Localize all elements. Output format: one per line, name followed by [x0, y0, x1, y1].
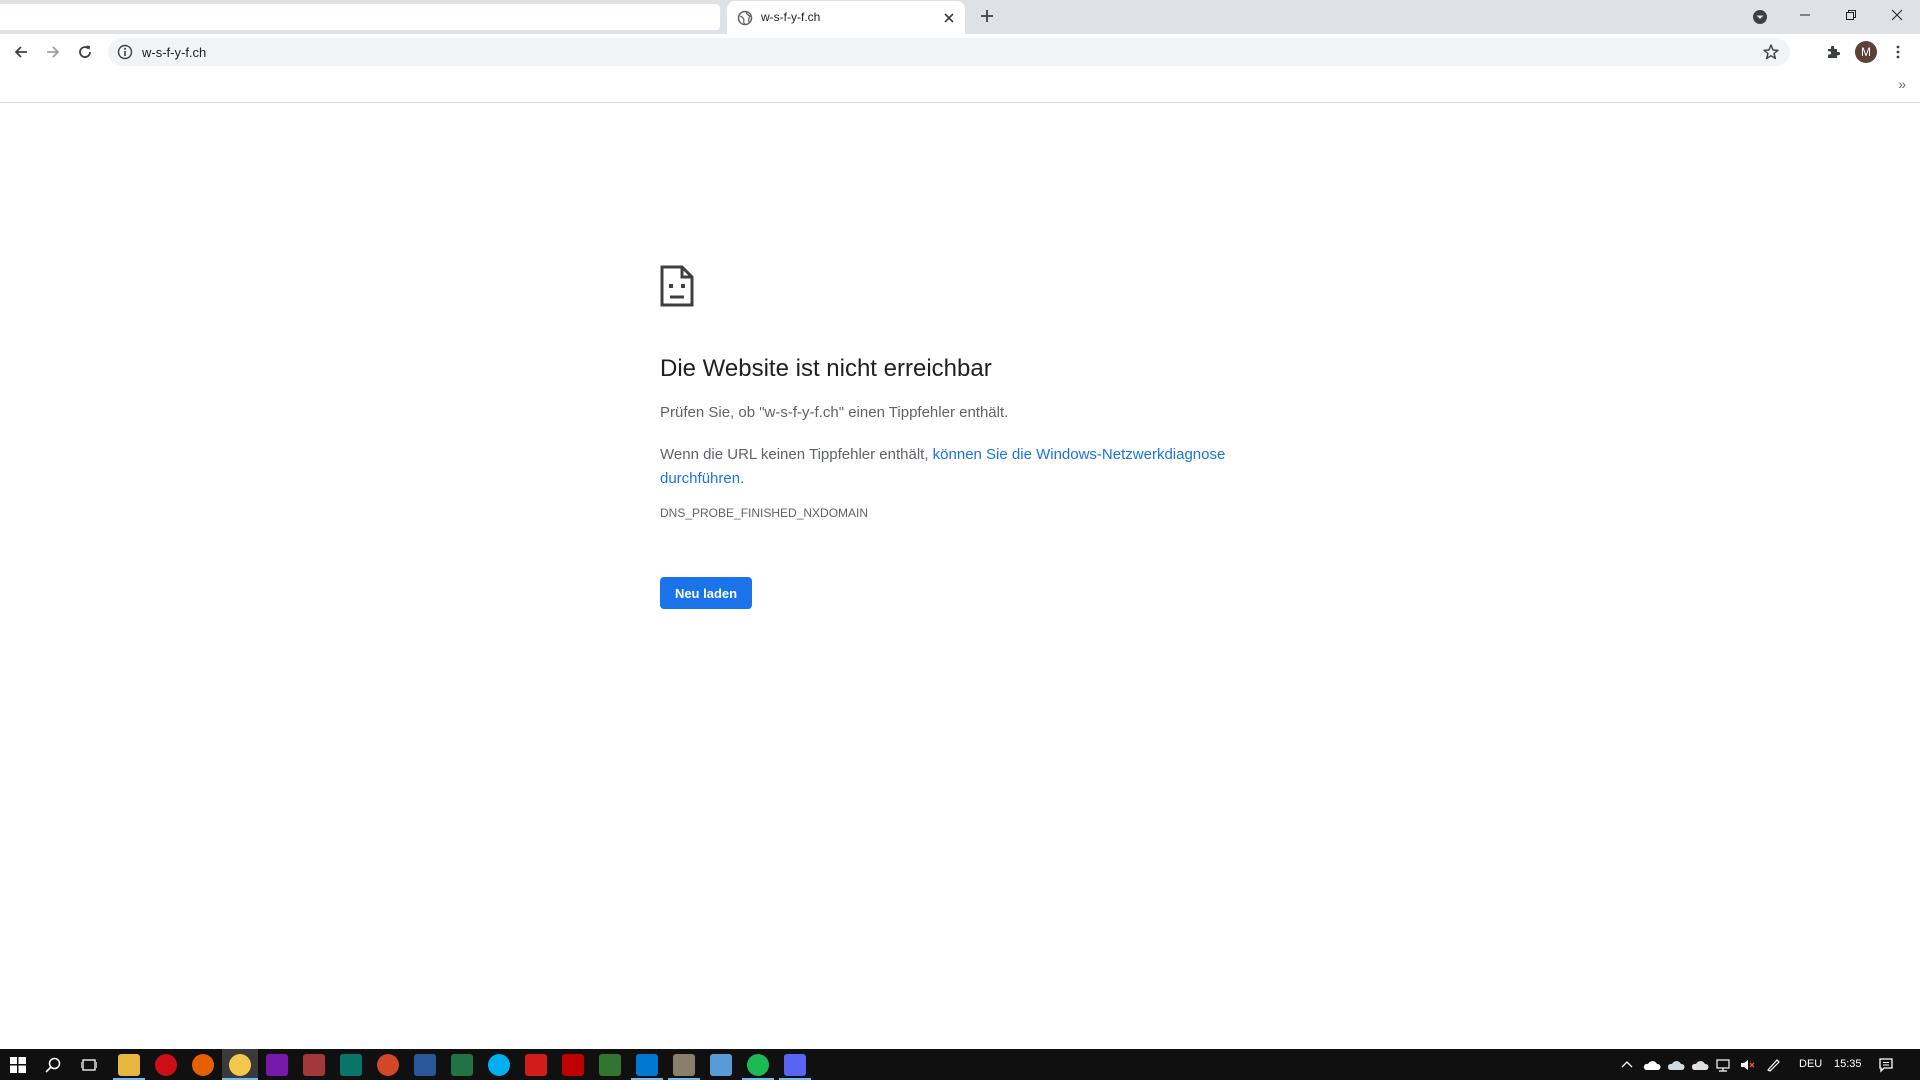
close-tab-icon[interactable]	[941, 10, 957, 26]
gimp-icon[interactable]	[673, 1054, 695, 1076]
restore-icon	[1846, 10, 1856, 20]
back-button[interactable]	[9, 40, 33, 64]
acrobat-icon[interactable]	[525, 1054, 547, 1076]
start-icon[interactable]	[10, 1057, 26, 1073]
tab-strip: w-s-f-y-f.ch	[0, 0, 1920, 34]
profile-avatar[interactable]: M	[1855, 41, 1877, 63]
onedrive-icon[interactable]	[1643, 1058, 1661, 1072]
close-icon	[1891, 9, 1903, 21]
clock-time[interactable]: 15:35	[1834, 1058, 1862, 1070]
more-vert-icon	[1896, 45, 1900, 59]
tab-title: w-s-f-y-f.ch	[761, 10, 821, 24]
discord-icon[interactable]	[784, 1054, 806, 1076]
page-content: Die Website ist nicht erreichbar Prüfen …	[0, 103, 1920, 1049]
forward-button[interactable]	[41, 40, 65, 64]
close-window-button[interactable]	[1874, 0, 1920, 30]
input-language[interactable]: DEU	[1799, 1058, 1822, 1070]
globe-icon	[737, 10, 753, 26]
reload-icon	[79, 45, 91, 58]
onedrive-business-icon[interactable]	[1667, 1058, 1685, 1072]
puzzle-icon	[1828, 45, 1841, 58]
skype-icon[interactable]	[488, 1054, 510, 1076]
menu-button[interactable]	[1886, 40, 1910, 64]
network-icon[interactable]	[1715, 1058, 1733, 1072]
pen-icon[interactable]	[1765, 1057, 1781, 1073]
tray-chevron-up-icon[interactable]	[1621, 1059, 1633, 1071]
excel-icon[interactable]	[451, 1054, 473, 1076]
extensions-button[interactable]	[1822, 40, 1846, 64]
word-icon[interactable]	[414, 1054, 436, 1076]
typo-hint: Prüfen Sie, ob "w-s-f-y-f.ch" einen Tipp…	[660, 404, 1009, 421]
project-icon[interactable]	[599, 1054, 621, 1076]
firefox-icon[interactable]	[192, 1054, 214, 1076]
minimize-button[interactable]	[1782, 0, 1828, 30]
tab-search-icon[interactable]	[1751, 8, 1769, 26]
active-tab[interactable]: w-s-f-y-f.ch	[727, 1, 965, 34]
browser-toolbar: w-s-f-y-f.ch M	[0, 34, 1920, 70]
notepad-icon[interactable]	[710, 1054, 732, 1076]
file-explorer-icon[interactable]	[118, 1054, 140, 1076]
outlook-icon[interactable]	[636, 1054, 658, 1076]
diagnose-hint: Wenn die URL keinen Tippfehler enthält, …	[660, 443, 1240, 491]
reload-toolbar-button[interactable]	[73, 40, 97, 64]
reload-button[interactable]: Neu laden	[660, 577, 752, 609]
sad-document-icon	[660, 265, 694, 307]
new-tab-icon[interactable]	[978, 7, 996, 25]
star-icon[interactable]	[1762, 43, 1780, 61]
info-icon[interactable]	[117, 44, 133, 60]
action-center-icon[interactable]	[1878, 1057, 1894, 1073]
search-icon[interactable]	[45, 1057, 61, 1073]
task-view-icon[interactable]	[81, 1057, 97, 1073]
bookmarks-bar: »	[0, 70, 1920, 103]
filezilla-icon[interactable]	[562, 1054, 584, 1076]
address-url: w-s-f-y-f.ch	[142, 45, 207, 60]
bookmarks-overflow-button[interactable]: »	[1898, 76, 1906, 92]
cloud-icon[interactable]	[1691, 1058, 1709, 1072]
page-title: Die Website ist nicht erreichbar	[660, 355, 992, 382]
chrome-icon[interactable]	[229, 1054, 251, 1076]
publisher-icon[interactable]	[340, 1054, 362, 1076]
inactive-tab-area[interactable]	[0, 4, 720, 30]
powerpoint-icon[interactable]	[377, 1054, 399, 1076]
access-icon[interactable]	[303, 1054, 325, 1076]
opera-icon[interactable]	[155, 1054, 177, 1076]
address-bar[interactable]: w-s-f-y-f.ch	[108, 38, 1790, 66]
arrow-left-icon	[14, 46, 27, 58]
restore-button[interactable]	[1828, 0, 1874, 30]
volume-muted-icon[interactable]	[1739, 1058, 1757, 1072]
spotify-icon[interactable]	[747, 1054, 769, 1076]
error-code: DNS_PROBE_FINISHED_NXDOMAIN	[660, 506, 869, 520]
diagnose-hint-prefix: Wenn die URL keinen Tippfehler enthält,	[660, 446, 933, 463]
onenote-icon[interactable]	[266, 1054, 288, 1076]
arrow-right-icon	[47, 46, 60, 58]
minimize-icon	[1800, 14, 1810, 16]
windows-taskbar: DEU 15:35	[0, 1049, 1920, 1080]
diagnose-hint-suffix: .	[740, 470, 745, 487]
